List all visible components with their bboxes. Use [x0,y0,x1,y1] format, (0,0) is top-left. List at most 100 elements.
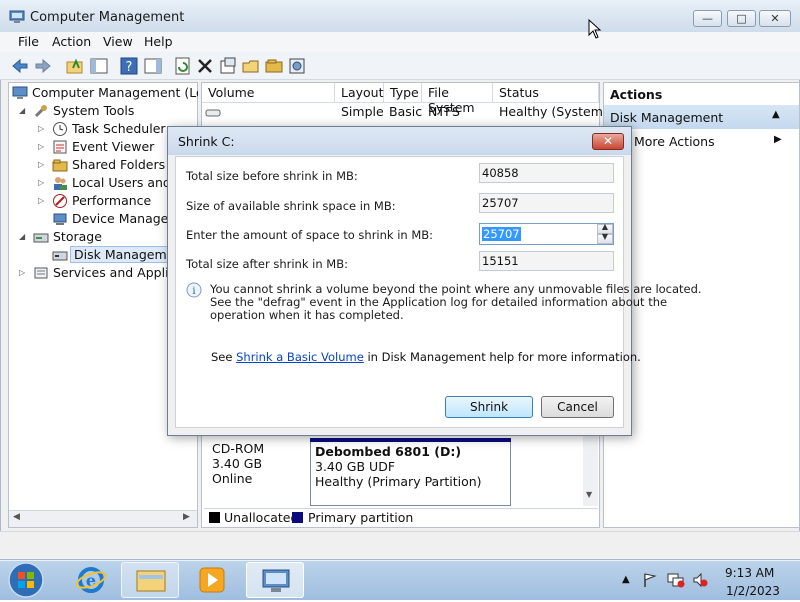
column-header-volume[interactable]: Volume [202,83,335,103]
show-hidden-icons-icon[interactable]: ▲ [622,574,630,585]
internet-explorer-icon[interactable]: e [62,562,120,598]
services-icon [33,265,49,281]
tree-horizontal-scrollbar[interactable]: ◀ ▶ [9,510,197,527]
shrink-button[interactable]: Shrink [445,396,533,418]
partition-size: 3.40 GB UDF [315,459,396,474]
show-hide-action-pane-icon[interactable] [142,55,164,77]
partition-block-d[interactable]: Debombed 6801 (D:) 3.40 GB UDF Healthy (… [310,438,511,506]
available-space-value: 25707 [479,193,614,213]
scroll-down-icon[interactable]: ▼ [586,490,592,499]
open-icon[interactable] [240,55,262,77]
column-header-layout[interactable]: Layout [335,83,384,103]
svg-text:i: i [192,286,195,297]
help-icon[interactable]: ? [118,55,140,77]
info-text-line-3: operation when it has completed. [210,308,404,322]
file-explorer-icon[interactable] [121,562,179,598]
close-icon: ✕ [602,134,614,148]
column-label-type: Type [390,85,419,100]
menu-view[interactable]: View [103,34,133,49]
toolbar: ? [0,52,800,80]
column-header-status[interactable]: Status [493,83,599,103]
properties-icon[interactable] [217,55,239,77]
partition-status: Healthy (Primary Partition) [315,474,482,489]
tree-node-system-tools[interactable]: ◢ System Tools [10,102,198,120]
scroll-left-icon[interactable]: ◀ [13,512,20,522]
menu-action[interactable]: Action [52,34,91,49]
column-label-layout: Layout [341,85,384,100]
tree-label-performance: Performance [72,193,152,208]
legend-primary-partition: Primary partition [308,510,414,525]
info-text-line-2: See the "defrag" event in the Applicatio… [210,295,668,309]
collapse-section-icon[interactable]: ▲ [772,109,780,120]
expand-arrow-icon[interactable]: ▷ [19,268,25,277]
column-header-file-system[interactable]: File System [422,83,493,115]
disk-vertical-scrollbar[interactable]: ▼ [583,436,598,506]
column-header-type[interactable]: Type [384,83,422,103]
tree-label-task-scheduler: Task Scheduler [72,121,166,136]
more-actions-item[interactable]: More Actions ▶ [604,131,799,151]
close-window-button[interactable]: ✕ [759,10,791,27]
storage-icon [33,229,49,245]
cancel-button[interactable]: Cancel [541,396,614,418]
help-suffix: in Disk Management help for more informa… [363,350,641,364]
shrink-amount-input[interactable]: 25707 [479,223,614,245]
dialog-titlebar[interactable] [168,127,631,155]
disk-management-icon[interactable] [286,55,308,77]
table-cell-type: Basic [389,104,423,119]
event-viewer-icon [52,139,68,155]
clock-date[interactable]: 1/2/2023 [726,584,780,598]
dialog-title: Shrink C: [178,134,235,149]
expand-arrow-icon[interactable]: ▷ [38,124,44,133]
actions-section-disk-management[interactable]: Disk Management ▲ [604,105,799,129]
disk-legend: Unallocated Primary partition [204,508,598,526]
disk-size-label: 3.40 GB [212,456,263,471]
shrink-amount-label: Enter the amount of space to shrink in M… [186,228,434,242]
media-player-icon[interactable] [183,562,241,598]
menu-bar: File Action View Help [0,32,800,52]
legend-unallocated: Unallocated [224,510,299,525]
more-actions-label: More Actions [634,134,715,149]
table-cell-layout: Simple [341,104,384,119]
action-center-flag-icon[interactable] [642,572,658,588]
tools-icon [33,103,49,119]
performance-icon [52,193,68,209]
disk-cdrom-info[interactable]: CD-ROM 3.40 GB Online [204,436,304,506]
dialog-close-button[interactable]: ✕ [592,133,624,150]
collapse-arrow-icon[interactable]: ◢ [19,106,25,115]
table-cell-file-system: NTFS [428,104,460,119]
show-hide-console-tree-icon[interactable] [88,55,110,77]
status-bar [0,531,800,559]
expand-arrow-icon[interactable]: ▷ [38,160,44,169]
up-folder-icon[interactable] [64,55,86,77]
column-label-status: Status [499,85,539,100]
start-orb-icon[interactable] [6,561,46,599]
volume-muted-icon[interactable] [692,572,708,588]
menu-file[interactable]: File [18,34,39,49]
minimize-button[interactable]: — [693,10,722,27]
network-icon[interactable] [667,572,685,588]
actions-section-label: Disk Management [610,110,724,125]
delete-icon[interactable] [194,55,216,77]
folder-icon[interactable] [263,55,285,77]
menu-help[interactable]: Help [144,34,173,49]
scroll-right-icon[interactable]: ▶ [183,512,190,522]
expand-arrow-icon[interactable]: ▷ [38,142,44,151]
shrink-basic-volume-link[interactable]: Shrink a Basic Volume [236,350,364,364]
collapse-arrow-icon[interactable]: ◢ [19,232,25,241]
computer-management-icon [9,9,25,25]
computer-management-icon[interactable] [246,562,304,598]
clock-time[interactable]: 9:13 AM [725,566,774,580]
info-icon: i [186,282,202,298]
refresh-icon[interactable] [172,55,194,77]
expand-arrow-icon[interactable]: ▷ [38,196,44,205]
spin-down-button[interactable]: ▼ [597,232,613,244]
forward-icon[interactable] [32,55,54,77]
unallocated-swatch [209,512,220,523]
expand-arrow-icon[interactable]: ▷ [38,178,44,187]
device-manager-icon [52,211,68,227]
maximize-button[interactable]: □ [727,10,756,27]
back-icon[interactable] [9,55,31,77]
shrink-amount-value: 25707 [482,227,521,241]
tree-node-root[interactable]: Computer Management (Local [10,84,198,102]
disk-type-label: CD-ROM [212,441,265,456]
